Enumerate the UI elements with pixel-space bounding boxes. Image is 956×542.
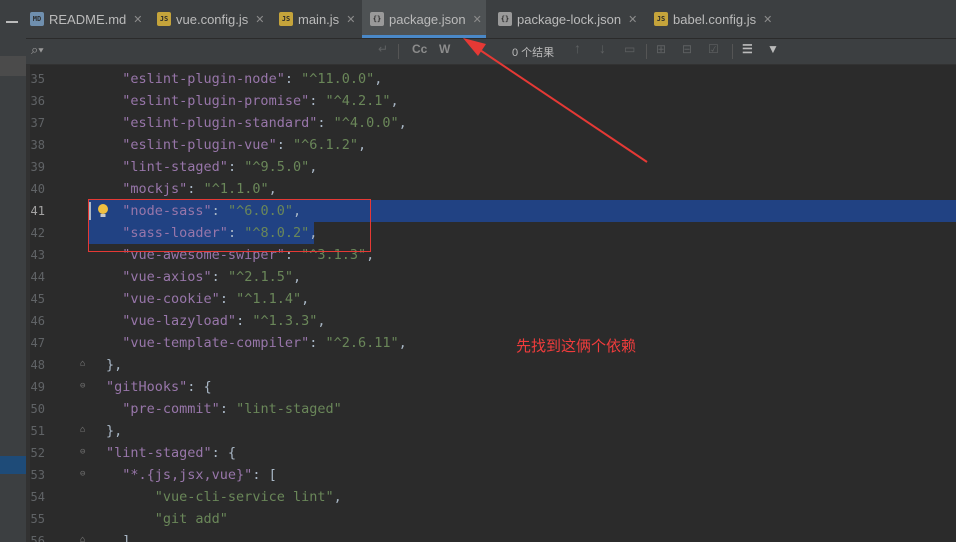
annotation-text: 先找到这俩个依赖 bbox=[516, 338, 637, 355]
annotation-arrow bbox=[463, 38, 648, 163]
